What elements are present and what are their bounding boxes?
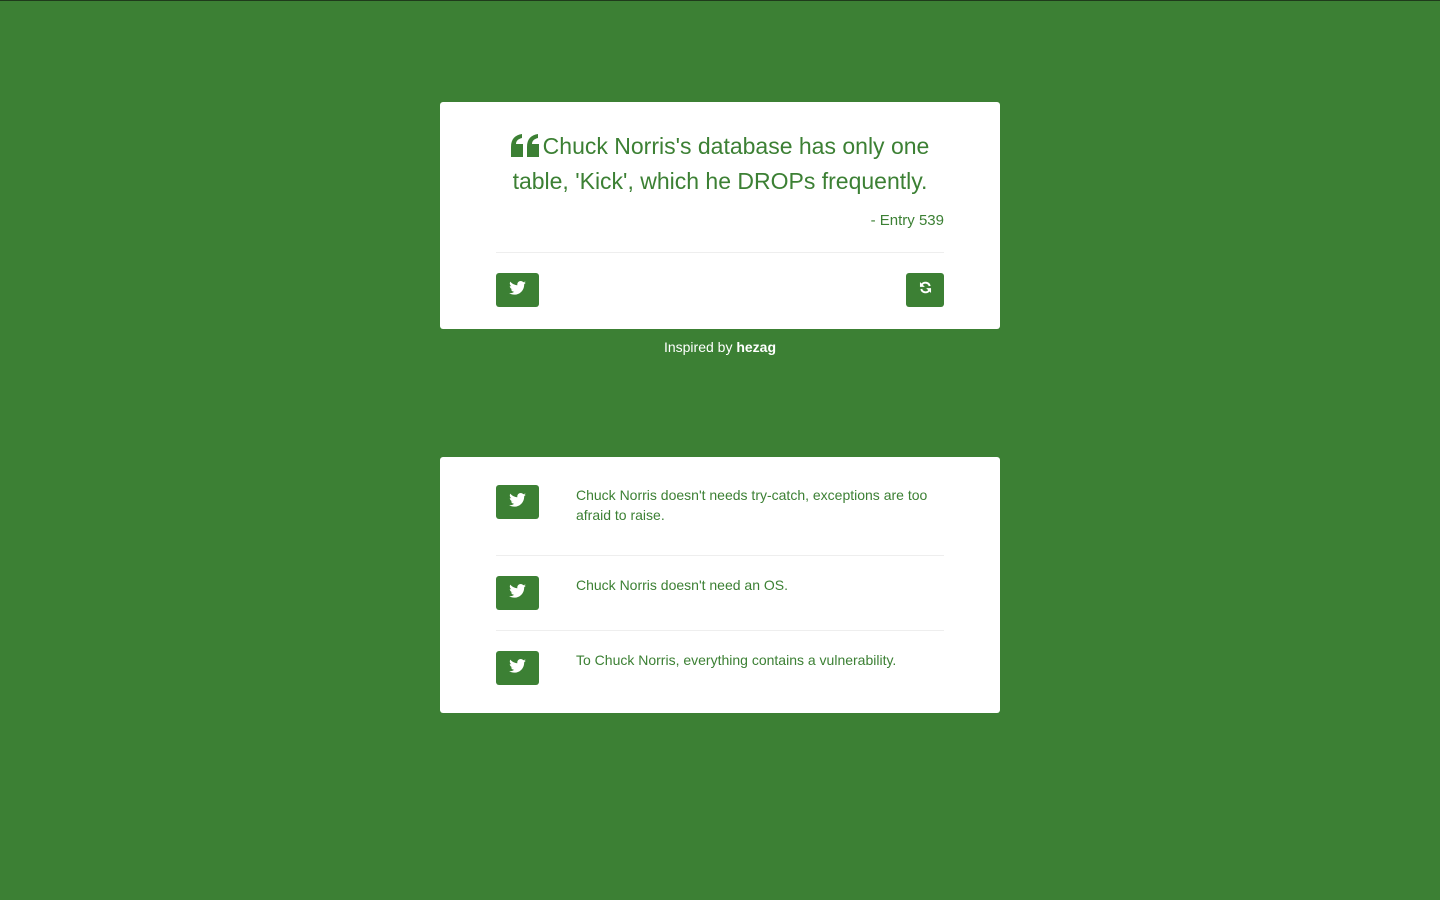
footer-prefix: Inspired by [663, 339, 733, 355]
tweet-button[interactable] [496, 485, 539, 519]
quote-left-icon [510, 133, 539, 165]
footer-author-link[interactable]: hezag [736, 339, 776, 355]
list-item: Chuck Norris doesn't need an OS. [496, 556, 944, 631]
twitter-icon [509, 658, 526, 678]
list-item-text: To Chuck Norris, everything contains a v… [576, 652, 897, 668]
list-item-text: Chuck Norris doesn't needs try-catch, ex… [576, 487, 928, 523]
list-item: To Chuck Norris, everything contains a v… [496, 631, 944, 713]
tweet-button[interactable] [496, 651, 539, 685]
quote-actions [496, 253, 944, 313]
quote-text: Chuck Norris's database has only one tab… [512, 133, 930, 194]
refresh-quote-button[interactable] [906, 273, 944, 307]
twitter-icon [509, 492, 526, 512]
tweet-button[interactable] [496, 576, 539, 610]
tweet-quote-button[interactable] [496, 273, 539, 307]
twitter-icon [509, 583, 526, 603]
quote-block: Chuck Norris's database has only one tab… [496, 102, 944, 197]
quote-card: Chuck Norris's database has only one tab… [440, 102, 1000, 329]
list-item-text: Chuck Norris doesn't need an OS. [576, 577, 789, 593]
refresh-icon [919, 281, 932, 299]
recent-quotes-card: Chuck Norris doesn't needs try-catch, ex… [440, 457, 1000, 713]
list-item: Chuck Norris doesn't needs try-catch, ex… [496, 457, 944, 556]
twitter-icon [509, 280, 526, 300]
footer-credit: Inspired by hezag [440, 338, 1000, 356]
quote-source: - Entry 539 [870, 212, 944, 229]
